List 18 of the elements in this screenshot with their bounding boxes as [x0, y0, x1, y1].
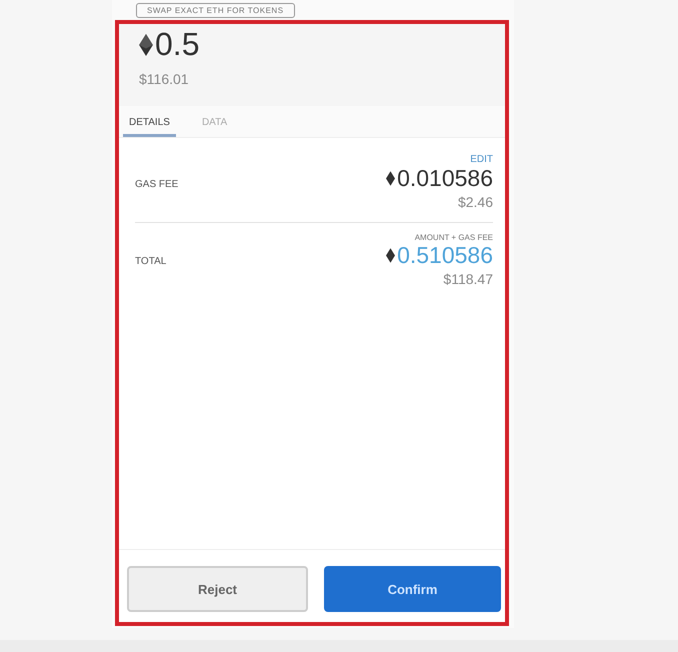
- edit-link[interactable]: EDIT: [470, 154, 493, 165]
- total-label: TOTAL: [135, 256, 166, 267]
- tab[interactable]: DETAILS: [123, 106, 176, 137]
- gas-fee-label: GAS FEE: [135, 179, 178, 190]
- gas-fee-fiat: $2.46: [458, 194, 493, 210]
- reject-button[interactable]: Reject: [127, 566, 308, 612]
- gas-fee-value: 0.010586: [397, 165, 493, 192]
- tab[interactable]: DATA: [196, 106, 234, 137]
- ethereum-icon: [386, 171, 396, 186]
- ethereum-icon: [386, 248, 396, 263]
- total-value: 0.510586: [397, 242, 493, 269]
- total-hint: AMOUNT + GAS FEE: [414, 233, 493, 242]
- ethereum-icon: [139, 34, 153, 56]
- amount-value: 0.5: [155, 26, 200, 63]
- confirm-button[interactable]: Confirm: [324, 566, 501, 612]
- total-fiat: $118.47: [443, 271, 493, 287]
- amount-fiat: $116.01: [139, 71, 190, 87]
- method-badge: SWAP EXACT ETH FOR TOKENS: [136, 3, 295, 18]
